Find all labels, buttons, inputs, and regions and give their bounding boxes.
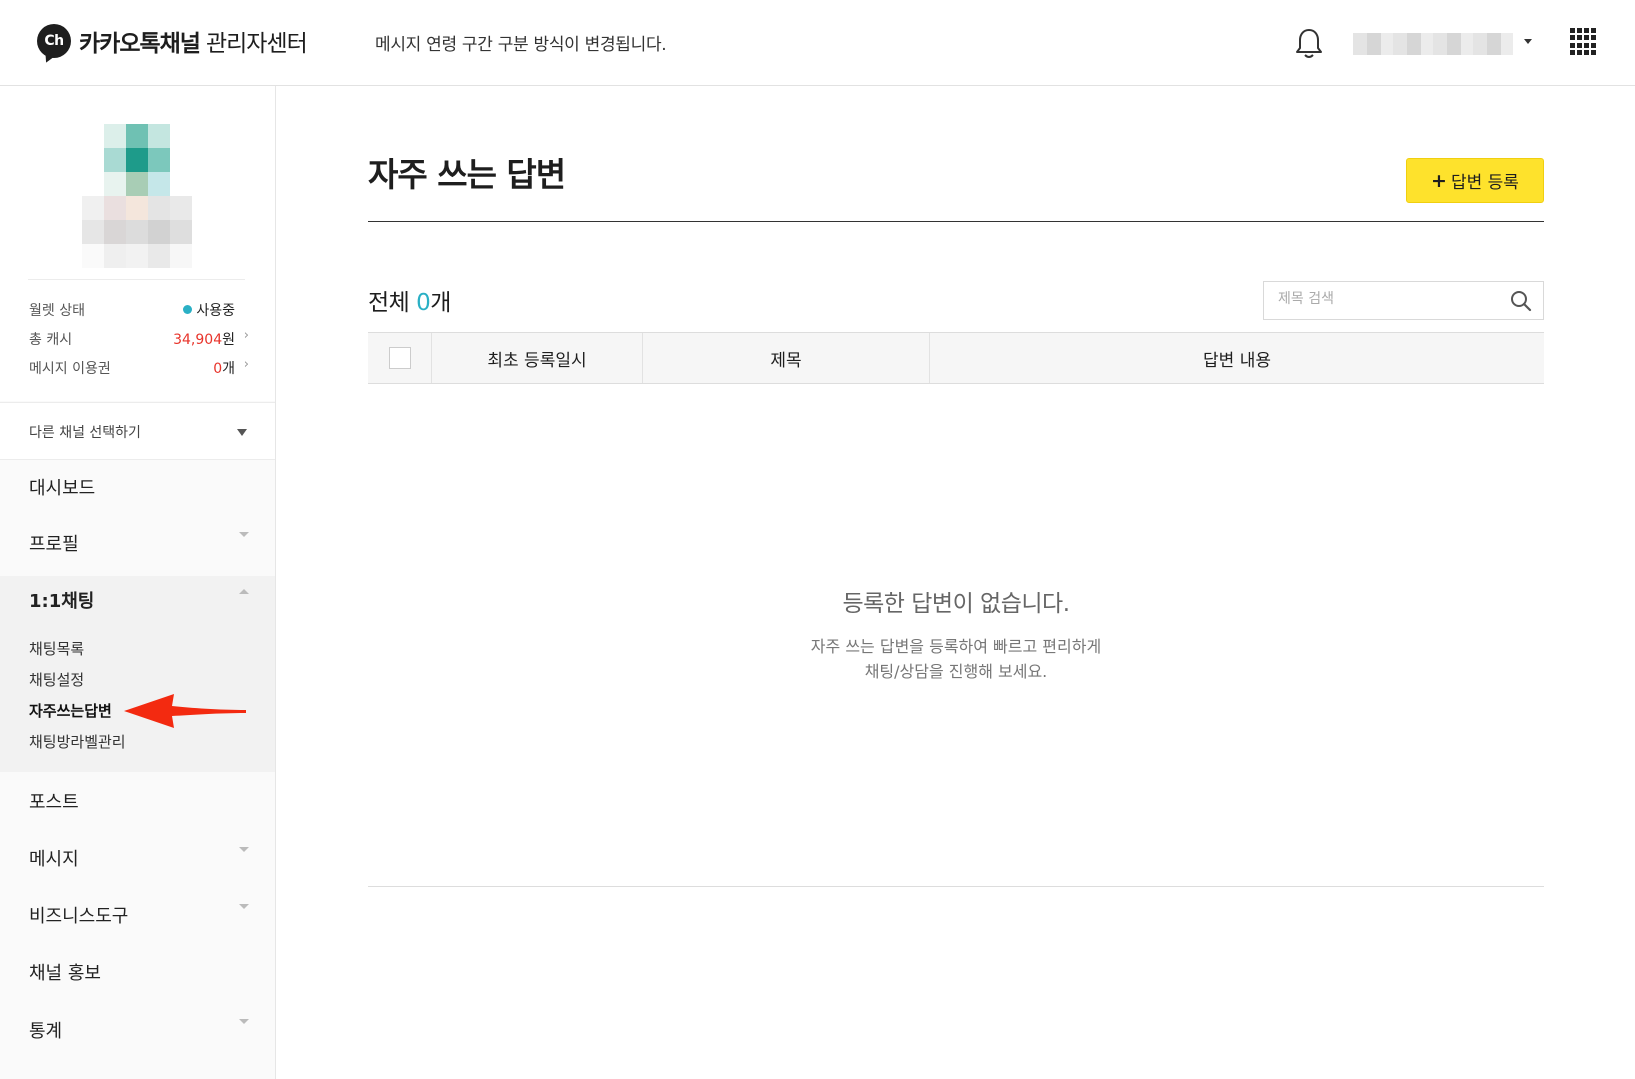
empty-desc-line-2: 채팅/상담을 진행해 보세요. (864, 662, 1048, 681)
nav-channel-promotion[interactable]: 채널 홍보 (29, 959, 101, 985)
column-header-created[interactable]: 최초 등록일시 (431, 333, 642, 383)
account-name-blurred[interactable] (1353, 33, 1513, 55)
nav-post[interactable]: 포스트 (29, 788, 79, 814)
total-cash-unit: 원 (222, 332, 235, 348)
nav-statistics[interactable]: 통계 (29, 1017, 62, 1043)
nav-chat-labels[interactable]: 채팅방라벨관리 (29, 731, 126, 752)
nav-saved-replies[interactable]: 자주쓰는답변 (29, 700, 112, 721)
total-cash-value: 34,904 (173, 332, 223, 348)
page-title: 자주 쓰는 답변 (368, 155, 566, 194)
wallet-status-label: 월렛 상태 (29, 303, 85, 319)
title-search-box[interactable] (1263, 281, 1544, 320)
notice-banner[interactable]: 메시지 연령 구간 구분 방식이 변경됩니다. (375, 30, 667, 55)
replies-table-header: 최초 등록일시 제목 답변 내용 (368, 332, 1544, 384)
column-header-title[interactable]: 제목 (642, 333, 929, 383)
top-header: Ch 카카오톡채널 관리자센터 메시지 연령 구간 구분 방식이 변경됩니다. (0, 0, 1635, 86)
sidebar: 월렛 상태 사용중 총 캐시 34,904원 › 메시지 이용권 0개 › 다른… (0, 86, 276, 1079)
total-count-label: 전체 (368, 290, 417, 316)
total-count-value: 0 (416, 290, 431, 316)
apps-grid-icon[interactable] (1570, 28, 1597, 55)
chevron-down-icon[interactable] (239, 532, 249, 537)
nav-chat[interactable]: 1:1채팅 (29, 587, 94, 613)
caret-down-icon[interactable] (1524, 39, 1532, 44)
select-all-checkbox[interactable] (388, 347, 411, 369)
nav-chat-list[interactable]: 채팅목록 (29, 638, 84, 659)
message-voucher-unit: 개 (222, 361, 235, 377)
search-input[interactable] (1278, 291, 1498, 307)
wallet-status-row: 월렛 상태 사용중 (29, 300, 249, 320)
nav-chat-settings[interactable]: 채팅설정 (29, 669, 84, 690)
empty-desc-line-1: 자주 쓰는 답변을 등록하여 빠르고 편리하게 (810, 637, 1102, 656)
arrow-pointer-icon (124, 694, 246, 728)
brand-subtitle: 관리자센터 (205, 31, 308, 57)
status-dot-icon (183, 305, 193, 314)
message-voucher-value: 0 (213, 361, 223, 377)
message-voucher-value-wrap: 0개 (213, 358, 235, 378)
empty-state-description: 자주 쓰는 답변을 등록하여 빠르고 편리하게 채팅/상담을 진행해 보세요. (368, 634, 1544, 684)
caret-down-icon (237, 429, 247, 436)
title-divider (368, 221, 1544, 222)
message-voucher-row[interactable]: 메시지 이용권 0개 › (29, 357, 249, 378)
nav-dashboard[interactable]: 대시보드 (29, 474, 95, 500)
channel-profile: 월렛 상태 사용중 총 캐시 34,904원 › 메시지 이용권 0개 › (0, 86, 275, 401)
nav-message[interactable]: 메시지 (29, 845, 79, 871)
avatar[interactable] (82, 124, 192, 269)
total-count-unit: 개 (430, 290, 451, 316)
kakao-channel-logo[interactable]: Ch 카카오톡채널 관리자센터 (37, 24, 308, 58)
total-count: 전체 0개 (368, 283, 451, 317)
chevron-right-icon[interactable]: › (244, 328, 249, 343)
wallet-status-value: 사용중 (196, 303, 235, 319)
channel-logo-icon: Ch (37, 24, 71, 58)
add-reply-button[interactable]: + 답변 등록 (1406, 158, 1544, 203)
channel-select-label: 다른 채널 선택하기 (29, 425, 141, 441)
wallet-status-value-wrap: 사용중 (183, 300, 235, 320)
nav-business-tools[interactable]: 비즈니스도구 (29, 902, 128, 928)
total-cash-row[interactable]: 총 캐시 34,904원 › (29, 328, 249, 349)
add-reply-label: 답변 등록 (1450, 173, 1519, 193)
chevron-down-icon[interactable] (239, 904, 249, 909)
column-header-content[interactable]: 답변 내용 (929, 333, 1544, 383)
chevron-up-icon[interactable] (239, 589, 249, 594)
plus-icon: + (1431, 169, 1447, 192)
logo-badge-text: Ch (44, 33, 64, 49)
nav-profile[interactable]: 프로필 (29, 530, 79, 556)
select-all-cell (368, 333, 431, 383)
empty-state-title: 등록한 답변이 없습니다. (842, 591, 1070, 617)
table-bottom-divider (368, 886, 1544, 887)
total-cash-label: 총 캐시 (29, 332, 73, 348)
brand-name: 카카오톡채널 (79, 31, 201, 57)
channel-select-dropdown[interactable]: 다른 채널 선택하기 (0, 402, 275, 460)
chevron-right-icon[interactable]: › (244, 357, 249, 372)
chevron-down-icon[interactable] (239, 1019, 249, 1024)
message-voucher-label: 메시지 이용권 (29, 361, 111, 377)
search-icon[interactable] (1510, 290, 1532, 312)
chevron-down-icon[interactable] (239, 847, 249, 852)
total-cash-value-wrap: 34,904원 (173, 329, 235, 349)
bell-icon[interactable] (1294, 27, 1324, 61)
divider (28, 279, 245, 280)
